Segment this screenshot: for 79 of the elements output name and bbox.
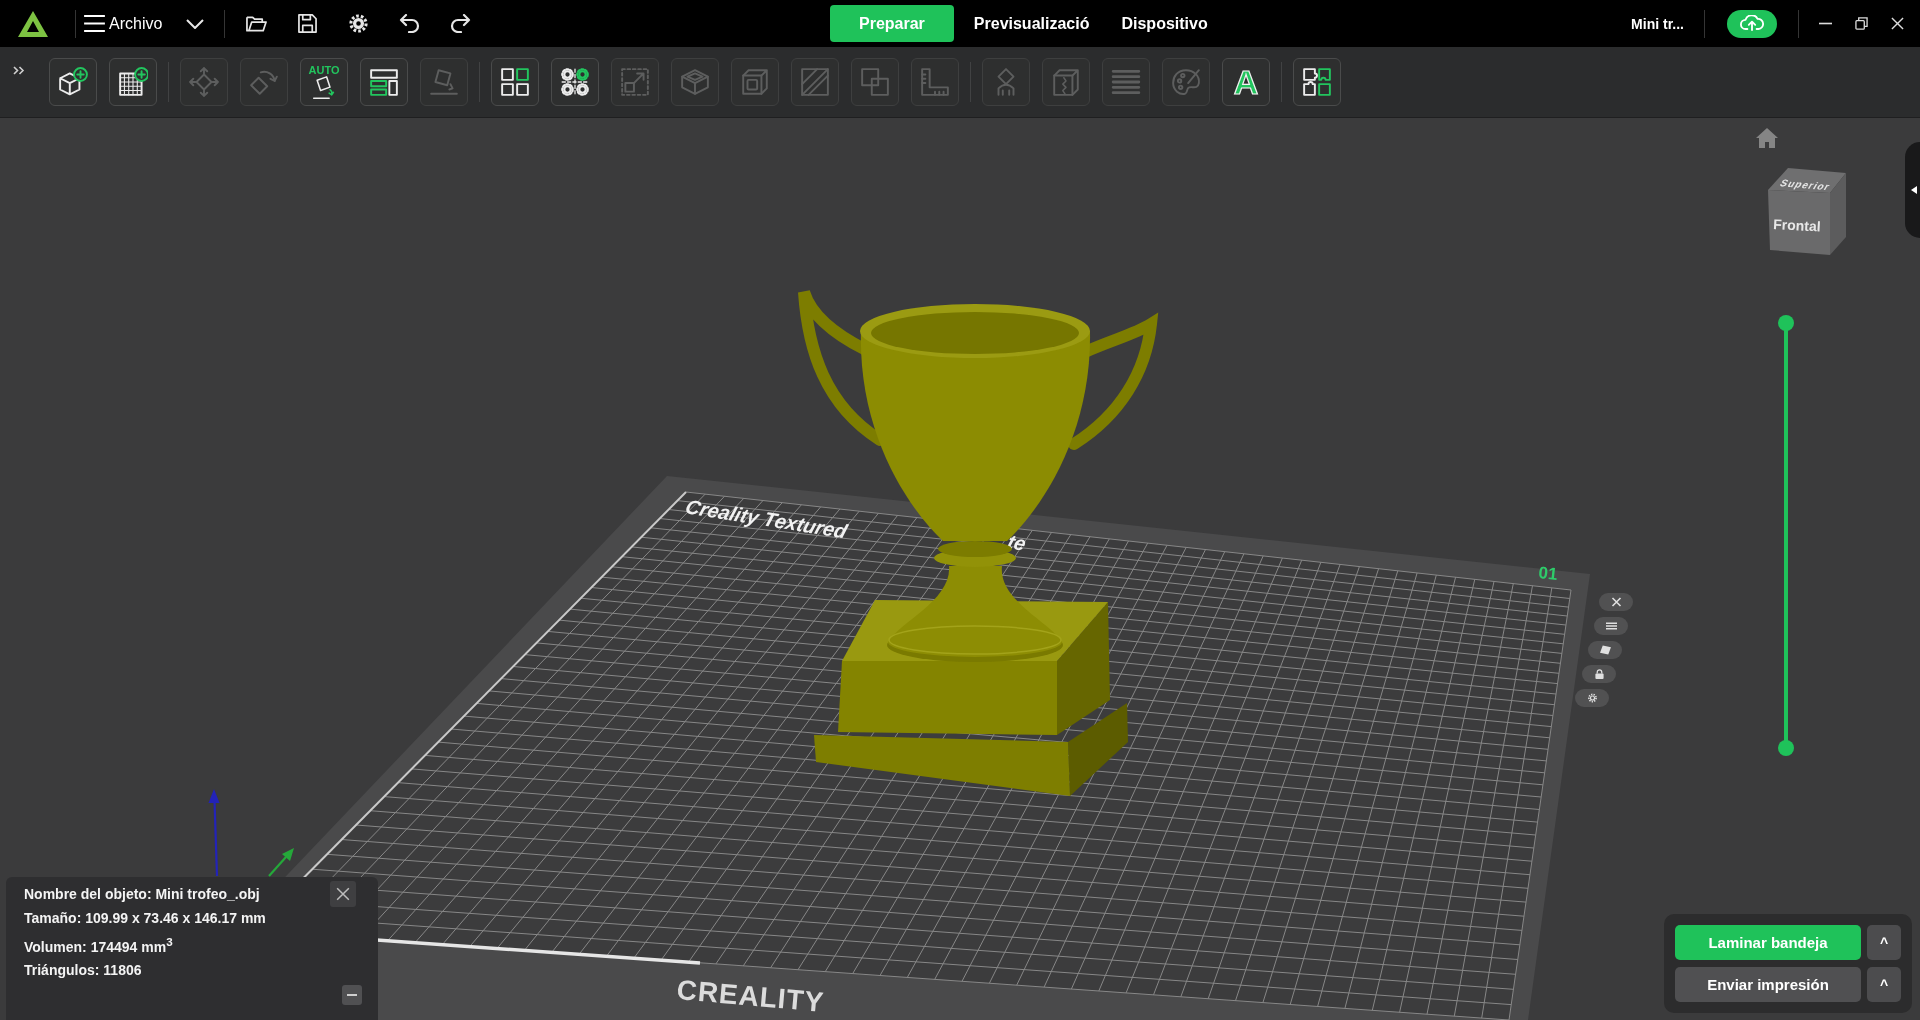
mode-tab[interactable]: Previsualizació <box>961 5 1102 42</box>
cube-plus-icon <box>58 67 88 97</box>
redo-icon <box>449 14 471 33</box>
four-gears-icon <box>560 67 590 97</box>
close-icon <box>1890 17 1904 30</box>
project-name: Mini tr... <box>1631 15 1684 32</box>
mode-tab[interactable]: Dispositivo <box>1109 5 1220 42</box>
plate-tool-button[interactable] <box>1575 689 1609 707</box>
slider-handle[interactable] <box>1778 315 1794 331</box>
action-button[interactable]: Enviar impresión <box>1675 967 1861 1002</box>
view-cube[interactable] <box>1768 168 1846 255</box>
tool-button[interactable] <box>1293 58 1341 106</box>
plate-tool-button[interactable] <box>1582 665 1616 683</box>
close-button[interactable] <box>330 881 356 907</box>
open-box-icon <box>680 67 710 97</box>
slider-handle[interactable] <box>1778 740 1794 756</box>
chevron-down-icon <box>186 18 205 29</box>
file-menu-button[interactable]: Archivo <box>84 7 163 40</box>
tool-button[interactable]: A <box>1222 58 1270 106</box>
layout-icon <box>369 67 399 97</box>
tool-button[interactable] <box>360 58 408 106</box>
plate-tool-button[interactable] <box>1599 593 1633 611</box>
expand-button[interactable] <box>13 66 25 75</box>
overlapping-squares-icon <box>860 67 890 97</box>
info-text: Triángulos: 11806 <box>24 961 142 981</box>
cube-face-label: Frontal <box>1772 216 1822 235</box>
plate-title-text: te <box>1004 530 1029 555</box>
settings-icon <box>347 14 369 33</box>
close-icon <box>1610 597 1622 607</box>
plate-title-text: Creality Textured <box>682 495 850 543</box>
plate-tool-button[interactable] <box>1588 641 1622 659</box>
list-icon <box>1605 621 1617 631</box>
caret-button[interactable]: ^ <box>1867 925 1901 960</box>
tool-button[interactable] <box>109 58 157 106</box>
info-text: Tamaño: 109.99 x 73.46 x 146.17 mm <box>24 908 266 928</box>
caret-button[interactable]: ^ <box>1867 967 1901 1002</box>
collapse-button[interactable] <box>342 985 362 1005</box>
lay-flat-icon <box>429 67 459 97</box>
home-button[interactable] <box>1756 128 1778 148</box>
tool-button[interactable] <box>491 58 539 106</box>
double-chevron-icon <box>13 66 25 75</box>
plate-brand-text: CREALITY <box>675 974 826 1018</box>
striped-square-icon <box>800 67 830 97</box>
settings-icon <box>1586 693 1598 703</box>
lock-icon <box>1593 669 1605 679</box>
undo-icon <box>398 14 420 33</box>
grid-plus-icon <box>118 67 148 97</box>
cube-icon <box>740 67 770 97</box>
minus-icon <box>347 994 357 996</box>
stacked-lines-icon <box>1111 67 1141 97</box>
cloud-upload-icon <box>1740 15 1764 32</box>
caret-left-icon <box>1911 186 1917 194</box>
puzzle-icon <box>1302 67 1332 97</box>
scale-icon <box>620 67 650 97</box>
info-text: Nombre del objeto: Mini trofeo_.obj <box>24 885 260 904</box>
ruler-icon <box>920 67 950 97</box>
plate-number: 01 <box>1537 563 1559 584</box>
upload-button[interactable] <box>1727 9 1777 38</box>
info-text: Volumen: 174494 mm$^{3}$ <box>24 934 173 957</box>
tilted-card-icon <box>312 76 336 100</box>
cube-face-label: Superior <box>1777 176 1834 193</box>
four-squares-icon <box>500 67 530 97</box>
tool-button[interactable]: AUTO <box>300 58 348 106</box>
tool-button[interactable] <box>49 58 97 106</box>
palette-icon <box>1171 67 1201 97</box>
axis-arrow <box>268 848 294 877</box>
dropdown-button[interactable] <box>186 18 205 29</box>
home-icon <box>1756 128 1778 148</box>
close-icon <box>336 887 350 901</box>
logo-icon <box>18 10 48 37</box>
plate-tool-button[interactable] <box>1594 617 1628 635</box>
layer-slider[interactable] <box>1778 315 1794 756</box>
folder-icon <box>245 14 267 33</box>
restore-icon <box>1854 17 1868 30</box>
move-arrows-icon <box>189 67 219 97</box>
save-icon <box>296 14 318 33</box>
tool-button[interactable] <box>551 58 599 106</box>
zigzag-cube-icon <box>1051 67 1081 97</box>
menu-icon <box>84 15 105 32</box>
